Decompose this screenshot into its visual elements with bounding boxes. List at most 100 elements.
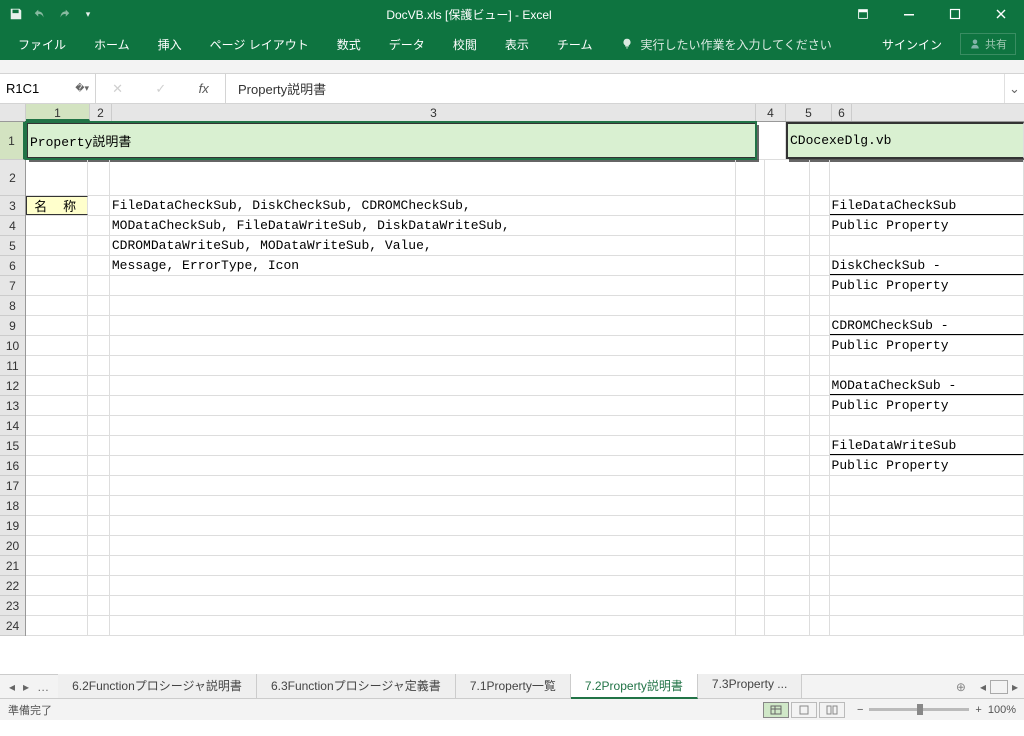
row-header[interactable]: 10	[0, 336, 25, 356]
row-header[interactable]: 22	[0, 576, 25, 596]
formula-input[interactable]: Property説明書	[226, 74, 1004, 103]
cell[interactable]	[810, 556, 830, 575]
cell[interactable]	[736, 556, 765, 575]
nav-first-icon[interactable]: ◂	[6, 680, 18, 694]
cell[interactable]	[110, 316, 736, 335]
cell[interactable]: FileDataWriteSub	[830, 436, 1024, 455]
cell[interactable]	[26, 356, 88, 375]
cell[interactable]	[110, 436, 736, 455]
cell[interactable]	[26, 336, 88, 355]
cell[interactable]	[810, 276, 830, 295]
horizontal-scroll[interactable]: ◂ ▸	[974, 680, 1024, 694]
row-header[interactable]: 7	[0, 276, 25, 296]
cell[interactable]	[830, 616, 1024, 635]
cell[interactable]	[765, 296, 810, 315]
row-header[interactable]: 9	[0, 316, 25, 336]
cell[interactable]	[26, 516, 88, 535]
cell[interactable]	[26, 216, 88, 235]
cell[interactable]	[26, 436, 88, 455]
cell[interactable]	[110, 596, 736, 615]
cell[interactable]: CDROMCheckSub -	[830, 316, 1024, 335]
cell[interactable]	[736, 596, 765, 615]
tab-insert[interactable]: 挿入	[144, 28, 196, 60]
ribbon-options-icon[interactable]	[840, 0, 886, 28]
cell[interactable]	[88, 496, 110, 515]
cell[interactable]	[765, 596, 810, 615]
cell[interactable]: DiskCheckSub -	[830, 256, 1024, 275]
cell[interactable]: MODataCheckSub -	[830, 376, 1024, 395]
cell[interactable]	[810, 376, 830, 395]
cell[interactable]	[88, 516, 110, 535]
row-header[interactable]: 4	[0, 216, 25, 236]
row-header[interactable]: 23	[0, 596, 25, 616]
cell[interactable]: FileDataCheckSub	[830, 196, 1024, 215]
row-header[interactable]: 3	[0, 196, 25, 216]
cell[interactable]	[26, 536, 88, 555]
cell[interactable]	[736, 276, 765, 295]
cell[interactable]	[765, 316, 810, 335]
cell[interactable]	[736, 296, 765, 315]
col-header[interactable]: 4	[756, 104, 786, 121]
cell[interactable]	[110, 396, 736, 415]
tab-home[interactable]: ホーム	[80, 28, 144, 60]
cell[interactable]	[110, 536, 736, 555]
scroll-left-icon[interactable]: ◂	[980, 680, 986, 694]
cancel-icon[interactable]: ✕	[112, 81, 123, 97]
cell[interactable]	[110, 276, 736, 295]
share-button[interactable]: 共有	[960, 33, 1016, 55]
cell[interactable]	[736, 436, 765, 455]
row-header[interactable]: 13	[0, 396, 25, 416]
cell[interactable]	[810, 336, 830, 355]
cell[interactable]	[26, 496, 88, 515]
cell[interactable]	[26, 476, 88, 495]
cell[interactable]	[810, 436, 830, 455]
row-header[interactable]: 21	[0, 556, 25, 576]
cell[interactable]: Public Property	[830, 336, 1024, 355]
col-header[interactable]: 6	[832, 104, 852, 121]
row-header[interactable]: 19	[0, 516, 25, 536]
fx-icon[interactable]: fx	[199, 81, 209, 96]
cell[interactable]	[26, 296, 88, 315]
tell-me[interactable]: 実行したい作業を入力してください	[606, 28, 845, 60]
undo-icon[interactable]	[30, 4, 50, 24]
cell[interactable]	[88, 236, 110, 255]
cell[interactable]	[765, 456, 810, 475]
cell[interactable]	[810, 296, 830, 315]
cell[interactable]	[88, 596, 110, 615]
tab-pagelayout[interactable]: ページ レイアウト	[196, 28, 323, 60]
cell[interactable]	[110, 160, 736, 195]
cell[interactable]	[88, 336, 110, 355]
cell[interactable]	[765, 536, 810, 555]
cell[interactable]: Public Property	[830, 396, 1024, 415]
cell[interactable]	[110, 476, 736, 495]
cell[interactable]	[765, 436, 810, 455]
cell[interactable]	[26, 236, 88, 255]
cell[interactable]	[765, 336, 810, 355]
cell[interactable]	[736, 216, 765, 235]
row-header[interactable]: 20	[0, 536, 25, 556]
cell[interactable]	[810, 396, 830, 415]
cell[interactable]	[830, 496, 1024, 515]
cell[interactable]	[830, 536, 1024, 555]
cell[interactable]	[88, 396, 110, 415]
cell[interactable]	[88, 616, 110, 635]
minimize-button[interactable]	[886, 0, 932, 28]
formula-expand-icon[interactable]: ⌄	[1004, 74, 1024, 103]
cell[interactable]	[88, 556, 110, 575]
name-label-cell[interactable]: 名 称	[26, 196, 88, 215]
title-cell-right[interactable]: CDocexeDlg.vb	[786, 122, 1024, 159]
add-sheet-icon[interactable]: ⊕	[948, 680, 974, 694]
scroll-right-icon[interactable]: ▸	[1012, 680, 1018, 694]
cell[interactable]	[810, 476, 830, 495]
cell[interactable]	[88, 216, 110, 235]
chevron-down-icon[interactable]: �▾	[75, 83, 89, 94]
view-pagelayout-icon[interactable]	[791, 702, 817, 718]
cell[interactable]	[88, 356, 110, 375]
cell[interactable]	[810, 616, 830, 635]
cell[interactable]	[765, 216, 810, 235]
tab-team[interactable]: チーム	[543, 28, 607, 60]
cell[interactable]	[810, 160, 830, 195]
col-header[interactable]: 1	[26, 104, 90, 121]
maximize-button[interactable]	[932, 0, 978, 28]
cell[interactable]	[765, 160, 810, 195]
